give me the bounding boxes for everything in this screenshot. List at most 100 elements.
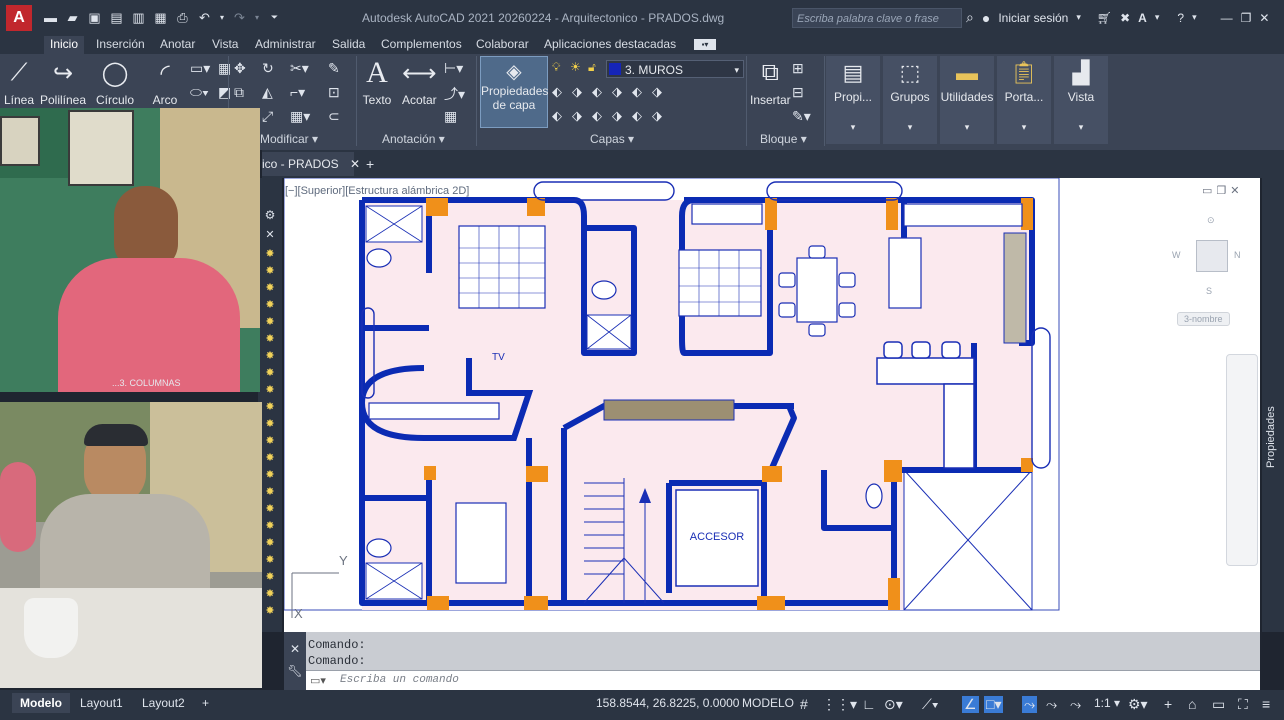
redo-dropdown-icon[interactable]: ▾ [253, 9, 261, 26]
print-icon[interactable]: ⎙ [174, 9, 191, 26]
customization-menu-icon[interactable]: ≡ [1262, 696, 1270, 712]
coordinates-readout[interactable]: 158.8544, 26.8225, 0.0000 [588, 693, 747, 713]
open-folder-icon[interactable]: ▰ [64, 9, 81, 26]
drawing-canvas[interactable]: ACCESOR TV Y X ⊙ W N S 3-nombre ▭❐✕ [283, 177, 1260, 632]
tool-palette-icon[interactable]: ✸ [265, 366, 274, 381]
add-icon[interactable]: + [1164, 696, 1172, 712]
save-icon[interactable]: ▣ [86, 9, 103, 26]
plot-icon[interactable]: ▦ [152, 9, 169, 26]
edit-block-icon[interactable]: ⊟ [792, 84, 804, 101]
customize-qat-icon[interactable]: ⏷ [266, 9, 283, 26]
a360-icon[interactable]: A [1138, 11, 1147, 25]
layer-tool-icon[interactable]: ⬖ [632, 84, 642, 100]
layer-tool-icon[interactable]: ⬗ [572, 84, 582, 100]
trim-icon[interactable]: ✂▾ [290, 60, 309, 77]
command-prompt-icon[interactable]: ▭▾ [310, 674, 326, 687]
ortho-icon[interactable]: ∟ [862, 696, 876, 712]
dimension-button[interactable]: ⟷ Acotar [402, 58, 437, 108]
layer-tool-icon[interactable]: ⬖ [632, 108, 642, 124]
annotation-scale-value[interactable]: 1:1 ▾ [1094, 696, 1120, 710]
layer-properties-button[interactable]: ◈ Propiedades de capa [480, 56, 548, 128]
wrench-icon[interactable]: 🔧︎ [284, 664, 306, 678]
annotation-scale-icon[interactable]: ⤳ [1070, 696, 1081, 713]
arc-button[interactable]: ◜ Arco [150, 58, 180, 108]
text-button[interactable]: A Texto [362, 56, 392, 107]
move-icon[interactable]: ✥ [234, 60, 246, 77]
table-icon[interactable]: ▦ [444, 108, 457, 125]
tab-salida[interactable]: Salida [332, 36, 365, 54]
attribute-icon[interactable]: ✎▾ [792, 108, 811, 125]
layer-thaw-icon[interactable]: ☀ [570, 60, 581, 74]
tab-layout2[interactable]: Layout2 [134, 693, 193, 713]
viewcube-north-icon[interactable]: ⊙ [1207, 215, 1215, 226]
undo-dropdown-icon[interactable]: ▾ [218, 9, 226, 26]
tab-insercion[interactable]: Inserción [96, 36, 145, 54]
tool-palette-icon[interactable]: ✸ [265, 502, 274, 517]
block-panel-label[interactable]: Bloque ▾ [760, 132, 807, 146]
viewport-window-controls[interactable]: ▭❐✕ [1202, 184, 1243, 197]
rotate-icon[interactable]: ↻ [262, 60, 274, 77]
layer-tool-icon[interactable]: ⬖ [552, 108, 562, 124]
groups-panel-button[interactable]: ⬚ Grupos ▾ [883, 56, 937, 144]
line-button[interactable]: ⟋ Línea [4, 58, 34, 107]
isolate-icon[interactable]: ⌂ [1188, 696, 1196, 712]
leader-icon[interactable]: ⊢▾ [444, 60, 463, 77]
annotation-visibility-icon[interactable]: ⤳ [1022, 696, 1038, 713]
new-tab-icon[interactable]: + [366, 156, 374, 172]
tool-palette-icon[interactable]: ✸ [265, 536, 274, 551]
tab-colaborar[interactable]: Colaborar [476, 36, 529, 54]
tab-modelo[interactable]: Modelo [12, 693, 70, 713]
tab-administrar[interactable]: Administrar [255, 36, 316, 54]
new-file-icon[interactable]: ▬ [42, 9, 59, 26]
wcs-menu[interactable]: 3-nombre [1177, 312, 1230, 326]
tool-palette-icon[interactable]: ✸ [265, 434, 274, 449]
polyline-button[interactable]: ↪ Polilínea [40, 58, 86, 108]
properties-palette-tab[interactable]: Propiedades [1262, 178, 1284, 632]
layer-tool-icon[interactable]: ⬖ [552, 84, 562, 100]
hardware-accel-icon[interactable]: ▭ [1212, 696, 1225, 713]
layer-dropdown[interactable]: 3. MUROS ▾ [606, 60, 744, 78]
polar-icon[interactable]: ⊙▾ [884, 696, 903, 713]
tool-palette-icon[interactable]: ✸ [265, 553, 274, 568]
tool-palette-icon[interactable]: ✸ [265, 468, 274, 483]
save-as-icon[interactable]: ▤ [108, 9, 125, 26]
tool-palette-icon[interactable]: ✸ [265, 587, 274, 602]
a360-dropdown-icon[interactable]: ▾ [1155, 12, 1160, 23]
tool-palette-icon[interactable]: ✸ [265, 604, 274, 619]
isodraft-icon[interactable]: ⟋▾ [922, 696, 939, 713]
autocad-logo-icon[interactable]: A [6, 5, 32, 31]
layers-panel-label[interactable]: Capas ▾ [590, 132, 634, 146]
tool-palette-icon[interactable]: ✸ [265, 383, 274, 398]
close-icon[interactable]: ✕ [1259, 11, 1269, 25]
undo-icon[interactable]: ↶ [196, 9, 213, 26]
help-icon[interactable]: ? [1177, 11, 1184, 25]
viewport-controls-label[interactable]: [−][Superior][Estructura alámbrica 2D] [285, 185, 469, 197]
settings-icon[interactable]: ⚙ [258, 208, 282, 222]
web-mobile-icon[interactable]: ▥ [130, 9, 147, 26]
gradient-icon[interactable]: ◩ [218, 84, 231, 101]
layer-tool-icon[interactable]: ⬗ [572, 108, 582, 124]
otrack-icon[interactable]: □▾ [984, 696, 1004, 713]
layer-tool-icon[interactable]: ⬗ [612, 84, 622, 100]
tab-aplicaciones-destacadas[interactable]: Aplicaciones destacadas [544, 36, 676, 54]
tool-palette-icon[interactable]: ✸ [265, 247, 274, 262]
document-tab[interactable]: ico - PRADOS ✕ [262, 152, 360, 176]
navigation-bar[interactable] [1226, 354, 1258, 566]
signin-button[interactable]: Iniciar sesión [998, 11, 1068, 25]
model-space-button[interactable]: MODELO [734, 693, 802, 713]
layer-tool-icon[interactable]: ⬗ [652, 108, 662, 124]
fillet-icon[interactable]: ⌐▾ [290, 84, 305, 101]
viewcube-south[interactable]: S [1206, 286, 1212, 296]
close-icon[interactable]: ✕ [258, 228, 282, 241]
layer-on-icon[interactable]: 💡︎ [552, 60, 560, 75]
tab-anotar[interactable]: Anotar [160, 36, 195, 54]
mirror-icon[interactable]: ◭ [262, 84, 273, 101]
ribbon-minimize-toggle-icon[interactable]: ▪▾ [694, 39, 716, 50]
search-icon[interactable]: ⌕ [966, 9, 974, 26]
offset-icon[interactable]: ⊂ [328, 108, 340, 125]
tool-palette-icon[interactable]: ✸ [265, 451, 274, 466]
search-input[interactable]: Escriba palabra clave o frase [792, 8, 962, 28]
erase-icon[interactable]: ✎ [328, 60, 340, 77]
cart-icon[interactable]: 🛒︎ [1097, 11, 1112, 25]
clipboard-panel-button[interactable]: 📋︎ Porta... ▾ [997, 56, 1051, 144]
